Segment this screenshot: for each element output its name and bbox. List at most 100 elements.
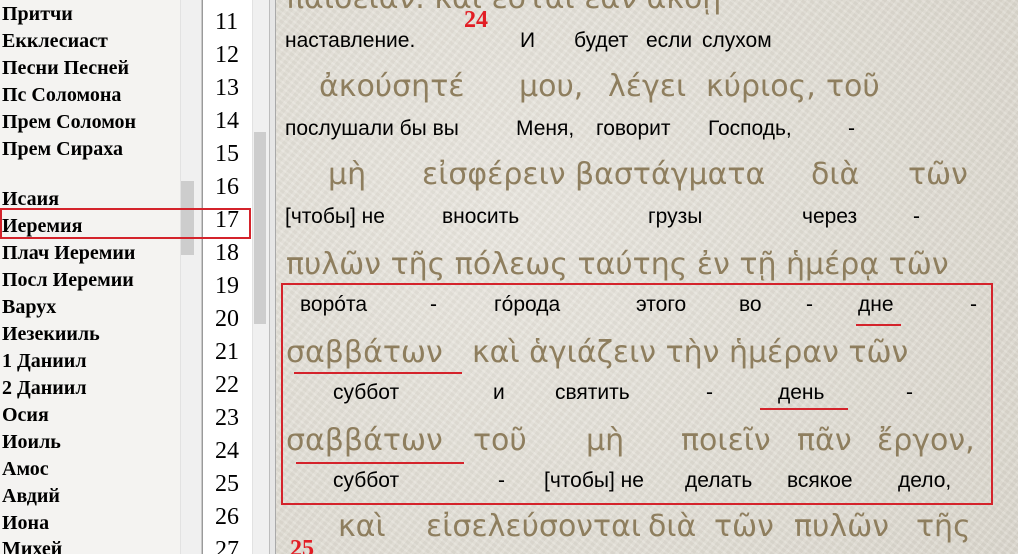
book-item[interactable]: Иоиль — [2, 432, 61, 452]
greek-word: λέγει — [608, 69, 687, 104]
book-item[interactable]: Исаия — [2, 189, 59, 209]
interlinear-text-pane[interactable]: παιδείαν. καὶ ἔσται ἐὰν ἀκοῇ 24 наставле… — [276, 0, 1018, 554]
chapter-item[interactable]: 16 — [215, 175, 239, 199]
book-item[interactable]: Авдий — [2, 486, 60, 506]
underline — [760, 408, 848, 410]
russian-word: - — [430, 293, 437, 316]
chapter-item[interactable]: 13 — [215, 76, 239, 100]
chapter-item[interactable]: 15 — [215, 142, 239, 166]
greek-word: τοῦ — [473, 423, 527, 458]
chapter-item[interactable]: 11 — [215, 10, 238, 34]
russian-word: этого — [636, 293, 687, 316]
book-item[interactable]: Иезекииль — [2, 324, 100, 344]
book-item[interactable]: Пс Соломона — [2, 85, 121, 105]
russian-word: наставление. — [285, 29, 416, 52]
russian-word: Меня, — [516, 117, 575, 140]
underline — [296, 462, 464, 464]
russian-word: святить — [555, 381, 630, 404]
book-item[interactable]: Екклесиаст — [2, 31, 108, 51]
book-item[interactable]: Прем Соломон — [2, 112, 136, 132]
book-item[interactable]: Притчи — [2, 4, 73, 24]
russian-word: слухом — [702, 29, 772, 52]
book-list-scrollbar[interactable] — [180, 0, 197, 554]
underline — [856, 324, 901, 326]
greek-line: πυλῶν τῆς πόλεως ταύτης ἐν τῇ ἡμέρᾳ τῶν — [286, 247, 949, 282]
russian-word: - — [906, 381, 913, 404]
russian-word: суббот — [333, 469, 400, 492]
book-item[interactable]: Песни Песней — [2, 58, 129, 78]
chapter-item[interactable]: 23 — [215, 406, 239, 430]
russian-word: вносить — [442, 205, 520, 228]
underline — [294, 372, 462, 374]
russian-word: - — [498, 469, 505, 492]
chapter-item[interactable]: 24 — [215, 439, 239, 463]
chapter-item[interactable]: 22 — [215, 373, 239, 397]
verse-number[interactable]: 24 — [464, 8, 488, 32]
russian-word: через — [802, 205, 858, 228]
russian-word: во — [739, 293, 762, 316]
greek-word: τῶν — [908, 157, 968, 192]
russian-word: - — [848, 117, 855, 140]
book-item[interactable]: Амос — [2, 459, 49, 479]
book-item[interactable]: 1 Даниил — [2, 351, 87, 371]
russian-word: И — [520, 29, 536, 52]
chapter-item[interactable]: 18 — [215, 241, 239, 265]
greek-word: ἀκούσητέ — [319, 69, 465, 104]
russian-word: - — [706, 381, 713, 404]
greek-word: τοῦ — [826, 69, 880, 104]
greek-word: ἔργον, — [877, 423, 975, 458]
russian-word: грузы — [648, 205, 703, 228]
greek-word: εἰσελεύσονται — [426, 509, 642, 544]
splitter[interactable] — [269, 0, 276, 554]
book-item[interactable]: Осия — [2, 405, 49, 425]
verse-number[interactable]: 25 — [290, 537, 314, 554]
greek-word: μὴ — [328, 157, 367, 192]
russian-word: суббот — [333, 381, 400, 404]
russian-word: - — [970, 293, 977, 316]
book-item[interactable]: Варух — [2, 297, 56, 317]
russian-word: Господь, — [708, 117, 792, 140]
greek-word: μου, — [519, 69, 584, 104]
russian-word: дело, — [898, 469, 952, 492]
russian-word: делать — [685, 469, 753, 492]
russian-word: [чтобы] не — [544, 469, 644, 492]
chapter-item[interactable]: 21 — [215, 340, 239, 364]
greek-word: διὰ — [811, 157, 860, 192]
chapter-item[interactable]: 27 — [215, 538, 239, 554]
russian-word: - — [913, 205, 920, 228]
chapter-item[interactable]: 20 — [215, 307, 239, 331]
greek-word: πᾶν — [797, 423, 852, 458]
russian-word-underlined: дне — [858, 293, 894, 316]
greek-word: ποιεῖν — [681, 423, 771, 458]
greek-line: καὶ ἁγιάζειν τὴν ἡμέραν τῶν — [472, 335, 909, 370]
russian-word: всякое — [787, 469, 853, 492]
russian-word: будет — [574, 29, 629, 52]
book-item[interactable]: Михей — [2, 539, 62, 554]
russian-word-underlined: день — [778, 381, 825, 404]
chapter-item[interactable]: 12 — [215, 43, 239, 67]
greek-word: τῆς — [916, 509, 971, 544]
book-item[interactable]: Посл Иеремии — [2, 270, 134, 290]
chapter-item[interactable]: 26 — [215, 505, 239, 529]
greek-word: βαστάγματα — [575, 157, 766, 192]
chapter-list[interactable]: 11 12 13 14 15 16 17 18 19 20 21 22 23 2… — [202, 0, 253, 554]
greek-word: τῶν — [714, 509, 774, 544]
book-item[interactable]: 2 Даниил — [2, 378, 87, 398]
chapter-item[interactable]: 25 — [215, 472, 239, 496]
greek-word: εἰσφέρειν — [422, 157, 566, 192]
chapter-item[interactable]: 14 — [215, 109, 239, 133]
greek-line: παιδείαν. καὶ ἔσται ἐὰν ἀκοῇ — [286, 0, 721, 16]
russian-word: [чтобы] не — [285, 205, 385, 228]
greek-word: καὶ — [338, 509, 386, 544]
book-item[interactable]: Плач Иеремии — [2, 243, 135, 263]
book-list[interactable]: Притчи Екклесиаст Песни Песней Пс Соломо… — [0, 0, 196, 554]
greek-word-underlined: σαββάτων — [286, 335, 443, 370]
russian-word: гóрода — [494, 293, 561, 316]
russian-word: ворóта — [300, 293, 368, 316]
selection-highlight — [0, 208, 251, 239]
chapter-list-scroll-thumb[interactable] — [254, 132, 266, 324]
chapter-item[interactable]: 19 — [215, 274, 239, 298]
russian-word: послушали бы вы — [285, 117, 459, 140]
book-item[interactable]: Прем Сираха — [2, 139, 123, 159]
book-item[interactable]: Иона — [2, 513, 49, 533]
